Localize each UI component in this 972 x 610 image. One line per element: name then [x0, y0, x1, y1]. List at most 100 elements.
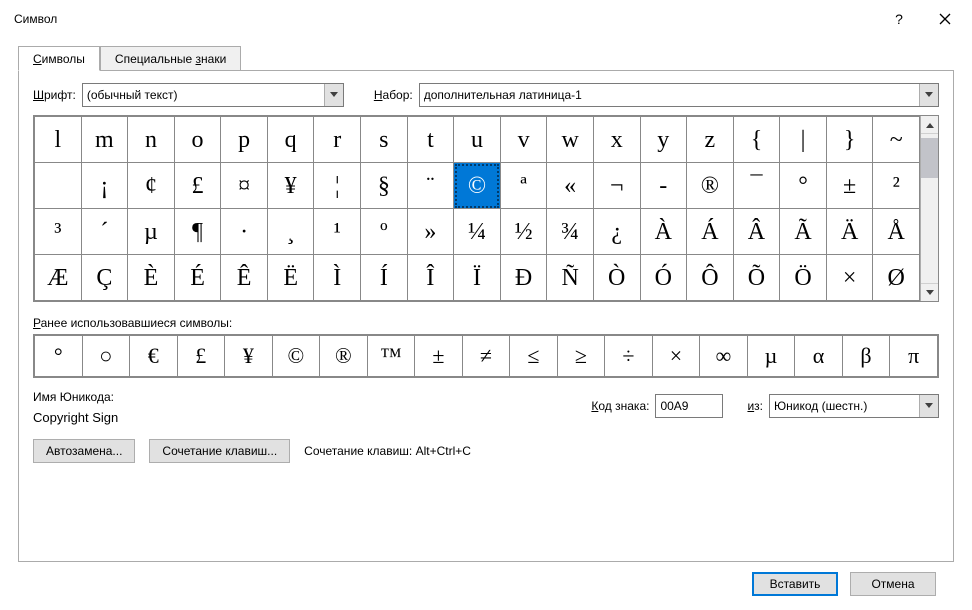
recent-cell[interactable]: ©	[272, 336, 320, 377]
symbol-cell[interactable]: Ã	[780, 209, 827, 255]
symbol-cell[interactable]: «	[547, 163, 594, 209]
symbol-grid[interactable]: lmnopqrstuvwxyz{|}~¡¢£¤¥¦§¨©ª«¬-®¯°±²³´µ…	[34, 116, 920, 301]
tab-symbols[interactable]: Символы	[18, 46, 100, 71]
symbol-cell[interactable]: ¼	[454, 209, 501, 255]
symbol-cell[interactable]: ¥	[267, 163, 314, 209]
symbol-cell[interactable]: q	[267, 117, 314, 163]
symbol-cell[interactable]: ·	[221, 209, 268, 255]
tab-special[interactable]: Специальные знаки	[100, 46, 241, 71]
recent-cell[interactable]: ×	[652, 336, 700, 377]
from-combo[interactable]	[769, 394, 939, 418]
symbol-cell[interactable]: o	[174, 117, 221, 163]
subset-input[interactable]	[420, 84, 919, 106]
recent-grid[interactable]: °○€£¥©®™±≠≤≥÷×∞µαβπ	[33, 334, 939, 378]
recent-cell[interactable]: ®	[320, 336, 368, 377]
symbol-cell[interactable]: ¿	[593, 209, 640, 255]
symbol-cell[interactable]: Ð	[500, 255, 547, 301]
grid-scrollbar[interactable]	[920, 116, 938, 301]
recent-cell[interactable]: β	[842, 336, 890, 377]
symbol-cell[interactable]: Ä	[826, 209, 873, 255]
font-combo[interactable]	[82, 83, 344, 107]
charcode-input[interactable]	[655, 394, 723, 418]
symbol-cell[interactable]: Ø	[873, 255, 920, 301]
symbol-cell[interactable]: ¶	[174, 209, 221, 255]
symbol-cell[interactable]: Ì	[314, 255, 361, 301]
symbol-cell[interactable]	[35, 163, 82, 209]
symbol-cell[interactable]: Ò	[593, 255, 640, 301]
symbol-cell[interactable]: r	[314, 117, 361, 163]
symbol-cell[interactable]: Ï	[454, 255, 501, 301]
symbol-cell[interactable]: ×	[826, 255, 873, 301]
symbol-cell[interactable]: s	[361, 117, 408, 163]
recent-cell[interactable]: ≠	[462, 336, 510, 377]
recent-cell[interactable]: ○	[82, 336, 130, 377]
symbol-cell[interactable]: ¡	[81, 163, 128, 209]
symbol-cell[interactable]: x	[593, 117, 640, 163]
recent-cell[interactable]: µ	[747, 336, 795, 377]
symbol-cell[interactable]: ¢	[128, 163, 175, 209]
recent-cell[interactable]: ≥	[557, 336, 605, 377]
symbol-cell[interactable]: ¸	[267, 209, 314, 255]
recent-cell[interactable]: α	[795, 336, 843, 377]
recent-cell[interactable]: °	[35, 336, 83, 377]
symbol-cell[interactable]: Ê	[221, 255, 268, 301]
symbol-cell[interactable]: Õ	[733, 255, 780, 301]
symbol-cell[interactable]: »	[407, 209, 454, 255]
symbol-cell[interactable]: Á	[687, 209, 734, 255]
symbol-cell[interactable]: Ë	[267, 255, 314, 301]
symbol-cell[interactable]: ®	[687, 163, 734, 209]
symbol-cell[interactable]: ~	[873, 117, 920, 163]
symbol-cell[interactable]: |	[780, 117, 827, 163]
symbol-cell[interactable]: Å	[873, 209, 920, 255]
symbol-cell[interactable]: ¯	[733, 163, 780, 209]
symbol-cell[interactable]: É	[174, 255, 221, 301]
symbol-cell[interactable]: Í	[361, 255, 408, 301]
font-input[interactable]	[83, 84, 324, 106]
symbol-cell[interactable]: l	[35, 117, 82, 163]
scroll-thumb[interactable]	[921, 138, 938, 178]
symbol-cell[interactable]: n	[128, 117, 175, 163]
cancel-button[interactable]: Отмена	[850, 572, 936, 596]
symbol-cell[interactable]: ¬	[593, 163, 640, 209]
symbol-cell[interactable]: u	[454, 117, 501, 163]
symbol-cell[interactable]: ³	[35, 209, 82, 255]
subset-dropdown-button[interactable]	[919, 84, 938, 106]
scroll-up-button[interactable]	[921, 116, 938, 134]
subset-combo[interactable]	[419, 83, 939, 107]
symbol-cell[interactable]: £	[174, 163, 221, 209]
symbol-cell[interactable]: Ó	[640, 255, 687, 301]
autocorrect-button[interactable]: Автозамена...	[33, 439, 135, 463]
recent-cell[interactable]: €	[130, 336, 178, 377]
recent-cell[interactable]: ¥	[225, 336, 273, 377]
symbol-cell[interactable]: m	[81, 117, 128, 163]
symbol-cell[interactable]: ²	[873, 163, 920, 209]
recent-cell[interactable]: ∞	[700, 336, 748, 377]
symbol-cell[interactable]: §	[361, 163, 408, 209]
symbol-cell[interactable]: }	[826, 117, 873, 163]
scroll-track[interactable]	[921, 134, 938, 283]
close-button[interactable]	[922, 4, 968, 34]
symbol-cell[interactable]: ´	[81, 209, 128, 255]
symbol-cell[interactable]: À	[640, 209, 687, 255]
help-button[interactable]: ?	[876, 4, 922, 34]
symbol-cell[interactable]: Î	[407, 255, 454, 301]
symbol-cell[interactable]: ¤	[221, 163, 268, 209]
symbol-cell[interactable]: Æ	[35, 255, 82, 301]
recent-cell[interactable]: £	[177, 336, 225, 377]
recent-cell[interactable]: ÷	[605, 336, 653, 377]
symbol-cell[interactable]: È	[128, 255, 175, 301]
symbol-cell[interactable]: t	[407, 117, 454, 163]
symbol-cell[interactable]: {	[733, 117, 780, 163]
symbol-cell[interactable]: ©	[454, 163, 501, 209]
recent-cell[interactable]: ≤	[510, 336, 558, 377]
insert-button[interactable]: Вставить	[752, 572, 838, 596]
symbol-cell[interactable]: ¹	[314, 209, 361, 255]
symbol-cell[interactable]: °	[780, 163, 827, 209]
symbol-cell[interactable]: ª	[500, 163, 547, 209]
symbol-cell[interactable]: ½	[500, 209, 547, 255]
from-dropdown-button[interactable]	[919, 395, 938, 417]
scroll-down-button[interactable]	[921, 283, 938, 301]
symbol-cell[interactable]: v	[500, 117, 547, 163]
symbol-cell[interactable]: Ç	[81, 255, 128, 301]
symbol-cell[interactable]: Ö	[780, 255, 827, 301]
